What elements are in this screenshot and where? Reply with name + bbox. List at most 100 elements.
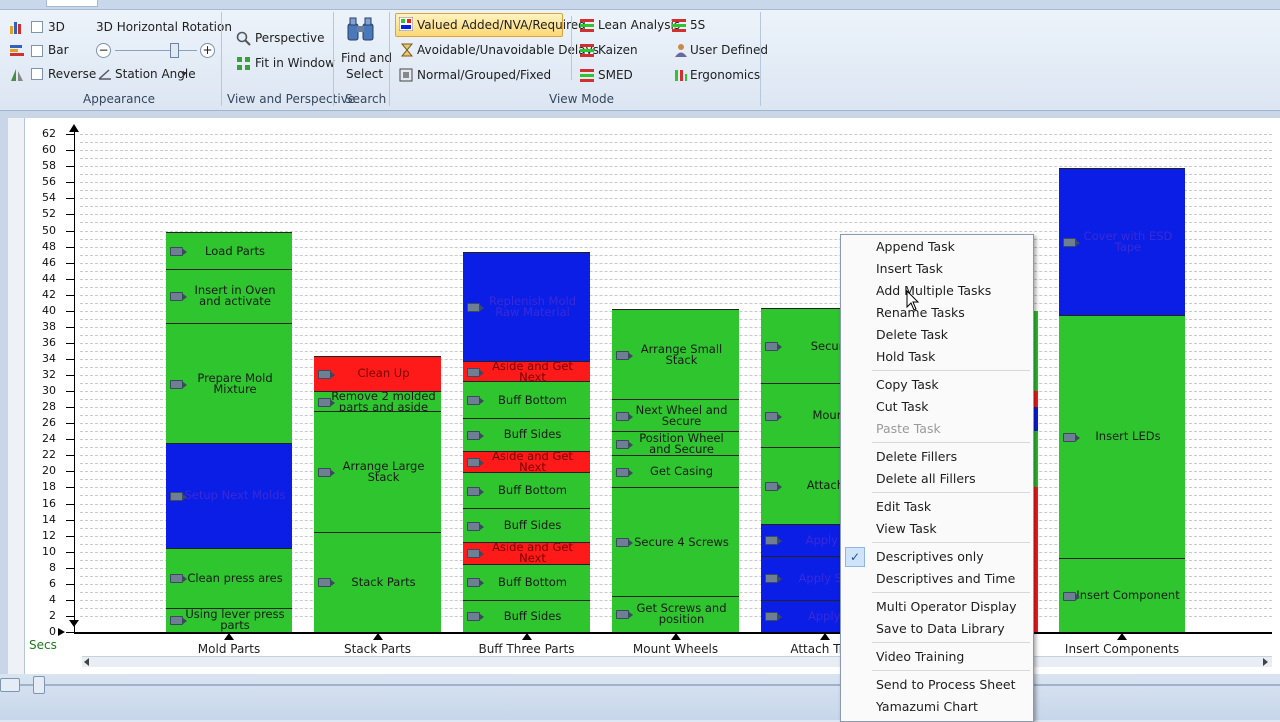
menu-item-yamazumi-chart[interactable]: Yamazumi Chart <box>841 696 1033 718</box>
video-camera-icon[interactable] <box>616 610 633 620</box>
station-marker[interactable] <box>224 633 234 640</box>
video-camera-icon[interactable] <box>616 439 633 449</box>
station-marker[interactable] <box>372 633 383 640</box>
video-camera-icon[interactable] <box>170 292 187 302</box>
task-segment[interactable]: Get Casing <box>612 455 739 488</box>
station-marker[interactable] <box>670 633 681 640</box>
menu-item-add-multiple-tasks[interactable]: Add Multiple Tasks <box>841 280 1033 302</box>
y-axis-up-arrow[interactable] <box>69 124 79 132</box>
video-camera-icon[interactable] <box>765 481 782 491</box>
task-segment[interactable]: Aside and Get Next <box>463 542 590 564</box>
task-segment[interactable]: Insert Component <box>1059 558 1185 632</box>
menu-item-send-to-process-sheet[interactable]: Send to Process Sheet <box>841 674 1033 696</box>
y-axis-down-arrow[interactable] <box>69 620 79 627</box>
task-segment[interactable]: Clean Up <box>314 355 441 392</box>
task-segment[interactable]: Load Parts <box>166 232 292 270</box>
task-segment[interactable]: Next Wheel and Secure <box>612 399 739 432</box>
menu-item-paste-task[interactable]: Paste Task <box>841 418 1033 440</box>
menu-item-view-task[interactable]: View Task <box>841 518 1033 540</box>
task-segment[interactable]: Secure 4 Screws <box>612 487 739 596</box>
menu-item-video-training[interactable]: Video Training <box>841 646 1033 668</box>
station-label[interactable]: Stack Parts <box>294 642 461 656</box>
task-segment[interactable]: Buff Bottom <box>463 563 590 600</box>
menu-item-edit-task[interactable]: Edit Task <box>841 496 1033 518</box>
video-camera-icon[interactable] <box>170 616 187 626</box>
zoom-slider-thumb[interactable] <box>33 676 45 694</box>
video-camera-icon[interactable] <box>318 397 335 407</box>
task-segment[interactable]: Cover with ESD Tape <box>1059 167 1185 315</box>
video-camera-icon[interactable] <box>467 612 484 622</box>
menu-item-multi-operator-display[interactable]: Multi Operator Display <box>841 596 1033 618</box>
menu-item-delete-task[interactable]: Delete Task <box>841 324 1033 346</box>
video-camera-icon[interactable] <box>318 369 335 379</box>
station-label[interactable]: Mold Parts <box>146 642 312 656</box>
video-camera-icon[interactable] <box>467 549 484 559</box>
task-segment[interactable]: Clean press ares <box>166 547 292 608</box>
video-camera-icon[interactable] <box>765 536 782 546</box>
video-camera-icon[interactable] <box>765 574 782 584</box>
video-camera-icon[interactable] <box>765 342 782 352</box>
task-segment[interactable]: Setup Next Molds <box>166 443 292 548</box>
video-camera-icon[interactable] <box>765 612 782 622</box>
scroll-right-arrow[interactable] <box>1263 658 1268 666</box>
task-segment[interactable]: Using lever press parts <box>166 607 292 632</box>
video-camera-icon[interactable] <box>467 430 484 440</box>
station-label[interactable]: Buff Three Parts <box>443 642 610 656</box>
video-camera-icon[interactable] <box>1063 591 1080 601</box>
station-label[interactable]: Mount Wheels <box>592 642 759 656</box>
menu-item-descriptives-only[interactable]: Descriptives only <box>841 546 1033 568</box>
task-segment[interactable]: Insert in Oven and activate <box>166 269 292 323</box>
task-segment[interactable]: Buff Sides <box>463 417 590 452</box>
task-segment[interactable]: Arrange Small Stack <box>612 309 739 400</box>
video-camera-icon[interactable] <box>765 411 782 421</box>
video-camera-icon[interactable] <box>318 467 335 477</box>
video-camera-icon[interactable] <box>170 247 187 257</box>
zoom-slider-track[interactable] <box>0 684 1280 686</box>
video-camera-icon[interactable] <box>170 379 187 389</box>
video-camera-icon[interactable] <box>467 367 484 377</box>
task-segment[interactable]: Arrange Large Stack <box>314 411 441 532</box>
station-marker[interactable] <box>819 633 830 640</box>
task-segment[interactable]: Stack Parts <box>314 531 441 632</box>
video-camera-icon[interactable] <box>616 467 633 477</box>
scroll-left-arrow[interactable] <box>84 658 89 666</box>
video-camera-icon[interactable] <box>467 521 484 531</box>
station-marker[interactable] <box>1117 633 1127 640</box>
video-camera-icon[interactable] <box>1063 432 1080 442</box>
task-segment[interactable]: Get Screws and position <box>612 595 739 632</box>
zoom-slider-left-handle[interactable] <box>0 678 20 692</box>
task-segment[interactable]: Buff Bottom <box>463 381 590 418</box>
task-segment[interactable]: Replenish Mold Raw Material <box>463 252 590 361</box>
video-camera-icon[interactable] <box>467 486 484 496</box>
menu-item-cut-task[interactable]: Cut Task <box>841 396 1033 418</box>
video-camera-icon[interactable] <box>616 411 633 421</box>
task-segment[interactable]: Insert LEDs <box>1059 314 1185 559</box>
menu-item-append-task[interactable]: Append Task <box>841 236 1033 258</box>
menu-item-delete-fillers[interactable]: Delete Fillers <box>841 446 1033 468</box>
task-segment[interactable]: Aside and Get Next <box>463 451 590 473</box>
menu-item-descriptives-and-time[interactable]: Descriptives and Time <box>841 568 1033 590</box>
station-marker[interactable] <box>521 633 532 640</box>
video-camera-icon[interactable] <box>467 396 484 406</box>
video-camera-icon[interactable] <box>467 458 484 468</box>
station-label[interactable]: Insert Components <box>1039 642 1205 656</box>
menu-item-rename-tasks[interactable]: Rename Tasks <box>841 302 1033 324</box>
video-camera-icon[interactable] <box>318 578 335 588</box>
menu-item-hold-task[interactable]: Hold Task <box>841 346 1033 368</box>
video-camera-icon[interactable] <box>467 302 484 312</box>
task-segment[interactable]: Buff Sides <box>463 508 590 543</box>
task-segment[interactable]: Position Wheel and Secure <box>612 431 739 456</box>
menu-item-insert-task[interactable]: Insert Task <box>841 258 1033 280</box>
task-segment[interactable]: Prepare Mold Mixture <box>166 322 292 444</box>
task-segment[interactable]: Buff Bottom <box>463 472 590 509</box>
video-camera-icon[interactable] <box>616 350 633 360</box>
menu-item-delete-all-fillers[interactable]: Delete all Fillers <box>841 468 1033 490</box>
video-camera-icon[interactable] <box>170 491 187 501</box>
menu-item-copy-task[interactable]: Copy Task <box>841 374 1033 396</box>
video-camera-icon[interactable] <box>170 574 187 584</box>
video-camera-icon[interactable] <box>616 538 633 548</box>
task-segment[interactable]: Remove 2 molded parts and aside <box>314 391 441 412</box>
video-camera-icon[interactable] <box>467 578 484 588</box>
menu-item-save-to-data-library[interactable]: Save to Data Library <box>841 618 1033 640</box>
task-segment[interactable]: Aside and Get Next <box>463 360 590 382</box>
